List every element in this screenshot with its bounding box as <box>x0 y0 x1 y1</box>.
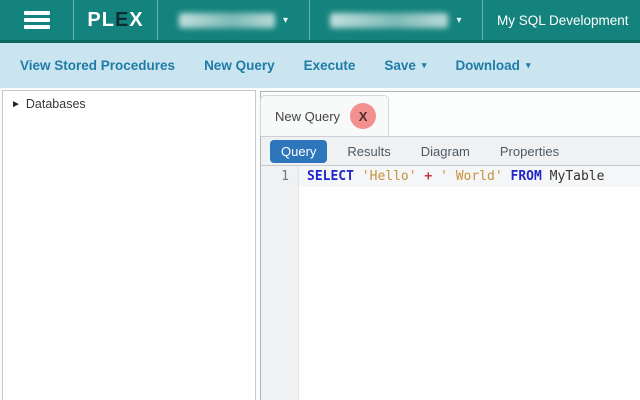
tab-new-query[interactable]: New Query X <box>260 95 390 136</box>
chevron-down-icon: ▾ <box>282 14 289 26</box>
chevron-down-icon: ▾ <box>456 14 462 26</box>
line-number: 1 <box>281 169 289 184</box>
subtab-query[interactable]: Query <box>270 139 328 163</box>
sql-string: ' World' <box>440 169 503 184</box>
editor-code-area[interactable]: SELECT 'Hello' + ' World' FROM MyTable <box>299 166 640 400</box>
subtab-properties[interactable]: Properties <box>490 140 569 163</box>
main-menu-button[interactable] <box>0 0 74 40</box>
tree-item-label: Databases <box>25 97 86 111</box>
sql-keyword: SELECT <box>307 169 354 184</box>
view-subtabs: Query Results Diagram Properties <box>261 136 640 166</box>
app-title: My SQL Development <box>497 12 629 28</box>
subtab-diagram[interactable]: Diagram <box>411 140 480 163</box>
plex-logo: PLEX <box>74 0 158 40</box>
app-title-area: My SQL Development <box>483 0 640 40</box>
chevron-down-icon: ▾ <box>421 60 427 70</box>
tab-label: New Query <box>275 108 341 124</box>
tree-item-databases[interactable]: ► Databases <box>3 91 255 117</box>
execute-button[interactable]: Execute <box>304 58 356 73</box>
content-area: ► Databases New Query X Query Results Di… <box>0 88 640 400</box>
sql-editor[interactable]: 1 SELECT 'Hello' + ' World' FROM MyTable <box>261 166 640 400</box>
editor-gutter: 1 <box>261 166 299 400</box>
redacted-text <box>178 12 275 28</box>
sql-keyword: FROM <box>510 169 542 184</box>
plex-logo-text: PLEX <box>87 8 144 31</box>
app-header: PLEX ▾ ▾ My SQL Development <box>0 0 640 43</box>
new-query-button[interactable]: New Query <box>204 58 275 73</box>
query-panel: New Query X Query Results Diagram Proper… <box>260 91 640 400</box>
close-tab-button[interactable]: X <box>350 103 377 129</box>
chevron-down-icon: ▾ <box>525 60 531 70</box>
redacted-dropdown-2[interactable]: ▾ <box>310 0 483 40</box>
view-stored-procedures-button[interactable]: View Stored Procedures <box>20 58 175 73</box>
redacted-dropdown-1[interactable]: ▾ <box>158 0 310 40</box>
save-dropdown-button[interactable]: Save ▾ <box>384 58 426 73</box>
download-dropdown-button[interactable]: Download ▾ <box>455 58 530 73</box>
databases-sidebar: ► Databases <box>2 90 256 400</box>
redacted-text <box>330 12 449 28</box>
subtab-results[interactable]: Results <box>337 140 400 163</box>
hamburger-icon <box>23 11 50 29</box>
code-line-1: SELECT 'Hello' + ' World' FROM MyTable <box>299 166 640 187</box>
sql-identifier: MyTable <box>549 169 605 184</box>
collapsed-arrow-icon[interactable]: ► <box>11 99 21 110</box>
sql-string: 'Hello' <box>361 169 417 184</box>
document-tabstrip: New Query X <box>260 92 640 136</box>
toolbar: View Stored Procedures New Query Execute… <box>0 43 640 88</box>
